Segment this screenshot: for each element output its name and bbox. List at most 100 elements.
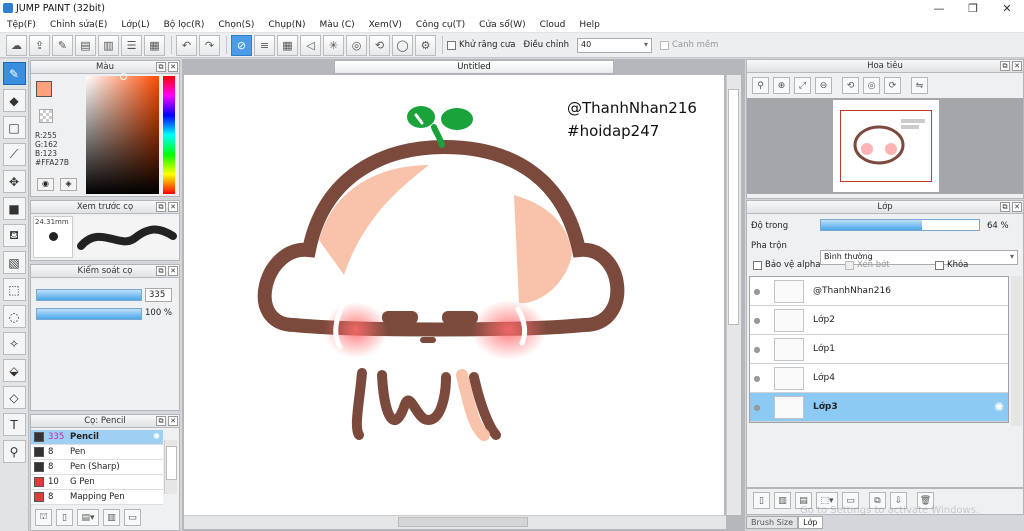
magic-wand-icon[interactable]: ✧ bbox=[2, 332, 26, 355]
menu-cloud[interactable]: Cloud bbox=[533, 20, 573, 30]
main-color-swatch[interactable] bbox=[36, 81, 52, 97]
snap-checkbox[interactable] bbox=[659, 40, 669, 50]
layer-item[interactable]: ● @ThanhNhan216 bbox=[750, 277, 1008, 306]
clipping-checkbox[interactable] bbox=[845, 260, 854, 270]
select-rect-icon[interactable]: □ bbox=[2, 116, 26, 139]
menu-edit[interactable]: Chỉnh sửa(E) bbox=[43, 20, 114, 30]
hue-slider[interactable] bbox=[163, 76, 175, 194]
visibility-icon[interactable]: ● bbox=[750, 316, 764, 325]
canvas-paper[interactable]: @ThanhNhan216 #hoidap247 bbox=[184, 75, 724, 515]
canvas-vertical-scrollbar[interactable] bbox=[726, 75, 741, 515]
concentric-icon[interactable]: ◎ bbox=[346, 34, 367, 56]
panel-detach-icon[interactable]: ⧉ bbox=[1000, 202, 1010, 212]
menu-file[interactable]: Tệp(F) bbox=[0, 20, 43, 30]
antialias-checkbox[interactable] bbox=[447, 40, 456, 50]
layer-item[interactable]: ● Lớp2 bbox=[750, 306, 1008, 335]
export-icon[interactable]: ⇪ bbox=[29, 34, 50, 56]
saturation-brightness-picker[interactable] bbox=[86, 73, 159, 194]
minimize-button[interactable]: — bbox=[922, 0, 956, 17]
brush-size-slider[interactable] bbox=[36, 289, 142, 301]
comment-icon[interactable]: ✎ bbox=[52, 34, 73, 56]
brush-item[interactable]: 8 Pen (Sharp) bbox=[31, 460, 163, 475]
tab-untitled[interactable]: Untitled bbox=[334, 60, 614, 74]
ruler-off-icon[interactable]: ⊘ bbox=[231, 34, 252, 56]
pen-tool-icon[interactable]: ✎ bbox=[2, 62, 26, 85]
brush-opacity-slider[interactable] bbox=[36, 308, 142, 320]
close-button[interactable]: ✕ bbox=[990, 0, 1024, 17]
ruler-settings-icon[interactable]: ⚙ bbox=[415, 34, 436, 56]
menu-window[interactable]: Cửa sổ(W) bbox=[472, 20, 532, 30]
brush-list-scrollbar[interactable] bbox=[164, 440, 177, 494]
menu-capture[interactable]: Chụp(N) bbox=[261, 20, 312, 30]
menu-help[interactable]: Help bbox=[572, 20, 607, 30]
layer-settings-icon[interactable]: ✺ bbox=[994, 400, 1004, 414]
brush-add-icon[interactable]: ⛫ bbox=[35, 509, 52, 526]
panel-close-icon[interactable]: ✕ bbox=[168, 266, 178, 276]
brush-copy-icon[interactable]: ▤▾ bbox=[77, 509, 99, 526]
text-tool-icon[interactable]: T bbox=[2, 413, 26, 436]
panel-detach-icon[interactable]: ⧉ bbox=[1000, 61, 1010, 71]
panel-close-icon[interactable]: ✕ bbox=[168, 62, 178, 72]
radial-icon[interactable]: ✳ bbox=[323, 34, 344, 56]
menu-layer[interactable]: Lớp(L) bbox=[114, 20, 156, 30]
panel-close-icon[interactable]: ✕ bbox=[1012, 61, 1022, 71]
zoom-in-icon[interactable]: ⊕ bbox=[773, 77, 790, 94]
select-pen-icon[interactable]: ⬙ bbox=[2, 359, 26, 382]
tab-layer[interactable]: Lớp bbox=[798, 516, 823, 529]
protect-alpha-checkbox[interactable] bbox=[753, 260, 762, 270]
menu-select[interactable]: Chọn(S) bbox=[211, 20, 261, 30]
zoom-out-icon[interactable]: ⊖ bbox=[815, 77, 832, 94]
panel-close-icon[interactable]: ✕ bbox=[168, 416, 178, 426]
brush-new-icon[interactable]: ▯ bbox=[56, 509, 73, 526]
message-icon[interactable]: ▤ bbox=[75, 34, 96, 56]
clipping-option[interactable]: Xén bớt bbox=[845, 260, 890, 270]
menu-color[interactable]: Màu (C) bbox=[313, 20, 362, 30]
flip-icon[interactable]: ⇋ bbox=[911, 77, 928, 94]
antialias-option[interactable]: Khử răng cưa bbox=[447, 40, 516, 50]
visibility-icon[interactable]: ● bbox=[750, 403, 764, 412]
maximize-button[interactable]: ❐ bbox=[956, 0, 990, 17]
menu-tools[interactable]: Công cụ(T) bbox=[409, 20, 472, 30]
eraser-tool-icon[interactable]: ◆ bbox=[2, 89, 26, 112]
adjust-select[interactable]: 40 bbox=[576, 37, 652, 53]
fit-view-icon[interactable]: ⤢ bbox=[794, 77, 811, 94]
layer-item[interactable]: ● Lớp4 bbox=[750, 364, 1008, 393]
transparent-swatch[interactable] bbox=[39, 109, 53, 123]
grid-ruler-icon[interactable]: ▦ bbox=[277, 34, 298, 56]
lock-option[interactable]: Khóa bbox=[935, 260, 968, 270]
new-layer-icon[interactable]: ▯ bbox=[753, 492, 770, 509]
brush-settings-icon[interactable]: ✺ bbox=[153, 432, 160, 442]
brush-size-field[interactable]: 335 bbox=[145, 288, 172, 302]
cloud-icon[interactable]: ☁ bbox=[6, 34, 27, 56]
select-eraser-icon[interactable]: ◇ bbox=[2, 386, 26, 409]
undo-icon[interactable]: ↶ bbox=[176, 34, 197, 56]
line-tool-icon[interactable]: ⟋ bbox=[2, 143, 26, 166]
brush-settings-doc-icon[interactable]: ▥ bbox=[103, 509, 120, 526]
panel-detach-icon[interactable]: ⧉ bbox=[156, 202, 166, 212]
panel-close-icon[interactable]: ✕ bbox=[168, 202, 178, 212]
zoom-search-icon[interactable]: ⚲ bbox=[752, 77, 769, 94]
canvas-horizontal-scrollbar[interactable] bbox=[184, 515, 726, 529]
brush-folder-icon[interactable]: ▭ bbox=[124, 509, 141, 526]
visibility-icon[interactable]: ● bbox=[750, 374, 764, 383]
parallel-ruler-icon[interactable]: ≡ bbox=[254, 34, 275, 56]
document-icon[interactable]: ▥ bbox=[98, 34, 119, 56]
layer-opacity-slider[interactable] bbox=[820, 219, 980, 231]
brush-item[interactable]: 335 Pencil ✺ bbox=[31, 430, 163, 445]
visibility-icon[interactable]: ● bbox=[750, 345, 764, 354]
bucket-tool-icon[interactable]: ⛾ bbox=[2, 224, 26, 247]
new-layer-copy-icon[interactable]: ▥ bbox=[774, 492, 791, 509]
layer-item[interactable]: ● Lớp1 bbox=[750, 335, 1008, 364]
snap-option[interactable]: Canh mềm bbox=[659, 40, 718, 50]
palette-icon[interactable]: ◉ bbox=[37, 178, 54, 191]
list-icon[interactable]: ☰ bbox=[121, 34, 142, 56]
navigator-preview[interactable] bbox=[747, 98, 1023, 194]
visibility-icon[interactable]: ● bbox=[750, 287, 764, 296]
tab-brush-size[interactable]: Brush Size bbox=[746, 516, 799, 529]
panel-detach-icon[interactable]: ⧉ bbox=[156, 62, 166, 72]
ellipse-ruler-icon[interactable]: ◯ bbox=[392, 34, 413, 56]
curve-ruler-icon[interactable]: ⟲ bbox=[369, 34, 390, 56]
rotate-right-icon[interactable]: ⟳ bbox=[884, 77, 901, 94]
protect-alpha-option[interactable]: Bảo vệ alpha bbox=[753, 260, 820, 270]
lasso-tool-icon[interactable]: ◌ bbox=[2, 305, 26, 328]
